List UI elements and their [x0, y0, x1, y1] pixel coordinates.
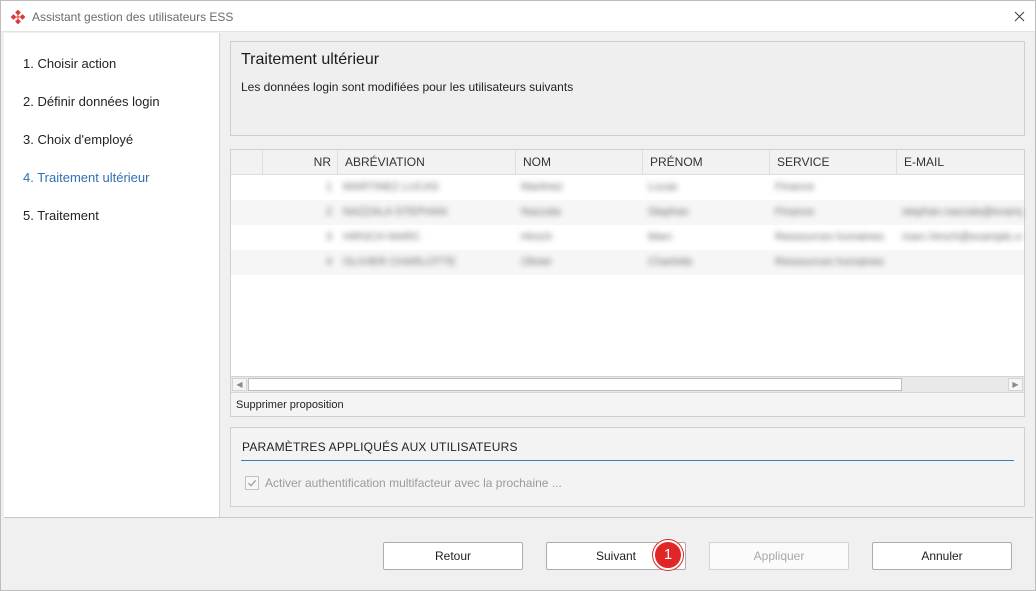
- table-row[interactable]: 2 NAZZALA STEPHAN Nazzala Stephan Financ…: [231, 200, 1024, 225]
- close-icon: [1014, 11, 1024, 21]
- cancel-button[interactable]: Annuler: [872, 542, 1012, 570]
- column-header-abbreviation[interactable]: ABRÉVIATION: [337, 150, 515, 175]
- main-content: Traitement ultérieur Les données login s…: [221, 33, 1033, 517]
- step-define-login-data[interactable]: 2. Définir données login: [23, 94, 160, 109]
- grid-footer: Supprimer proposition: [231, 392, 1024, 416]
- scrollbar-thumb[interactable]: [248, 378, 902, 391]
- checkmark-icon: [248, 479, 257, 487]
- step-further-processing[interactable]: 4. Traitement ultérieur: [23, 170, 149, 185]
- step-header: Traitement ultérieur Les données login s…: [230, 41, 1025, 136]
- page-description: Les données login sont modifiées pour le…: [241, 80, 574, 94]
- grid-body: 1 MARTINEZ LUCAS Martinez Lucas Finance …: [231, 175, 1024, 375]
- close-button[interactable]: [1007, 5, 1031, 27]
- cell-firstname: Stephan: [648, 206, 689, 218]
- parameters-divider: [241, 460, 1014, 461]
- cell-email: [902, 250, 1022, 275]
- cell-firstname: Lucas: [648, 181, 678, 193]
- step-marker-badge: 1: [653, 540, 683, 570]
- column-header-service[interactable]: SERVICE: [769, 150, 896, 175]
- cell-name: Olivier: [521, 256, 553, 268]
- cell-nr: 3: [326, 231, 333, 243]
- cell-nr: 2: [326, 206, 333, 218]
- cell-service: Ressources humaines: [775, 256, 884, 268]
- cell-nr: 4: [326, 256, 333, 268]
- cell-service: Finance: [775, 206, 815, 218]
- cell-service: Finance: [775, 181, 815, 193]
- wizard-steps-sidebar: 1. Choisir action 2. Définir données log…: [4, 33, 220, 517]
- horizontal-scrollbar[interactable]: ◀ ▶: [231, 376, 1024, 392]
- cell-email: stephan.nazzala@example.com: [902, 206, 1022, 218]
- cell-name: Nazzala: [521, 206, 561, 218]
- window-title: Assistant gestion des utilisateurs ESS: [32, 10, 234, 24]
- parameters-title: PARAMÈTRES APPLIQUÉS AUX UTILISATEURS: [242, 440, 518, 454]
- step-processing[interactable]: 5. Traitement: [23, 208, 99, 223]
- column-header-select[interactable]: [231, 150, 262, 175]
- cell-email: marc.hirsch@example.com: [902, 231, 1022, 243]
- cell-abbreviation: HIRSCH MARC: [343, 231, 421, 243]
- wizard-window: Assistant gestion des utilisateurs ESS 1…: [0, 0, 1036, 591]
- app-logo-icon: [11, 10, 25, 24]
- cell-abbreviation: MARTINEZ LUCAS: [343, 181, 439, 193]
- cell-firstname: Marc: [648, 231, 673, 243]
- cell-name: Martinez: [521, 181, 564, 193]
- back-button[interactable]: Retour: [383, 542, 523, 570]
- grid-header: NR ABRÉVIATION NOM PRÉNOM SERVICE E-MAIL: [231, 150, 1024, 175]
- table-row[interactable]: 1 MARTINEZ LUCAS Martinez Lucas Finance: [231, 175, 1024, 200]
- users-grid: NR ABRÉVIATION NOM PRÉNOM SERVICE E-MAIL…: [230, 149, 1025, 417]
- user-parameters-panel: PARAMÈTRES APPLIQUÉS AUX UTILISATEURS Ac…: [230, 427, 1025, 507]
- column-header-firstname[interactable]: PRÉNOM: [642, 150, 769, 175]
- column-header-name[interactable]: NOM: [515, 150, 642, 175]
- cell-abbreviation: OLIVIER CHARLOTTE: [343, 256, 457, 268]
- cell-service: Ressources humaines: [775, 231, 884, 243]
- scroll-left-icon[interactable]: ◀: [232, 378, 247, 391]
- cell-firstname: Charlotte: [648, 256, 693, 268]
- mfa-checkbox[interactable]: [245, 476, 259, 490]
- apply-button[interactable]: Appliquer: [709, 542, 849, 570]
- cell-nr: 1: [326, 181, 333, 193]
- cell-name: Hirsch: [521, 231, 553, 243]
- scroll-right-icon[interactable]: ▶: [1008, 378, 1023, 391]
- column-header-email[interactable]: E-MAIL: [896, 150, 1024, 175]
- mfa-checkbox-label: Activer authentification multifacteur av…: [265, 476, 562, 490]
- delete-proposal-button[interactable]: Supprimer proposition: [236, 399, 344, 411]
- step-choose-employee[interactable]: 3. Choix d'employé: [23, 132, 133, 147]
- title-bar: Assistant gestion des utilisateurs ESS: [1, 1, 1035, 32]
- cell-email: [902, 175, 1022, 200]
- table-row[interactable]: 4 OLIVIER CHARLOTTE Olivier Charlotte Re…: [231, 250, 1024, 275]
- cell-abbreviation: NAZZALA STEPHAN: [343, 206, 447, 218]
- wizard-button-bar: Retour Suivant 1 Appliquer Annuler: [4, 517, 1033, 588]
- column-header-nr[interactable]: NR: [262, 150, 337, 175]
- step-choose-action[interactable]: 1. Choisir action: [23, 56, 116, 71]
- table-row[interactable]: 3 HIRSCH MARC Hirsch Marc Ressources hum…: [231, 225, 1024, 250]
- page-title: Traitement ultérieur: [241, 51, 380, 68]
